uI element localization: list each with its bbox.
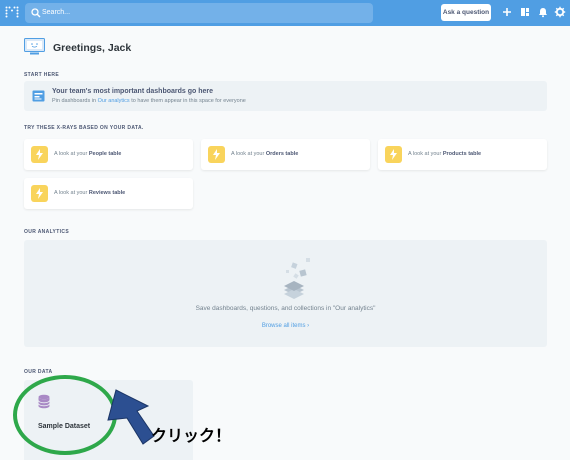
- pointer-arrow: [107, 389, 155, 445]
- bolt-icon: [385, 146, 402, 163]
- start-here-subtitle: Pin dashboards in Our analytics to have …: [52, 97, 246, 105]
- xray-card-reviews[interactable]: A look at your Reviews table: [24, 178, 193, 209]
- xray-table-name: Products table: [442, 151, 482, 157]
- smiley-monitor-icon: [24, 38, 45, 55]
- gear-icon[interactable]: [554, 6, 566, 18]
- greeting-title: Greetings, Jack: [53, 42, 132, 54]
- plus-icon[interactable]: [501, 6, 513, 18]
- section-label-start-here: START HERE: [24, 72, 60, 78]
- analytics-empty-text: Save dashboards, questions, and collecti…: [195, 305, 376, 312]
- xray-card-label: A look at your Orders table: [231, 150, 298, 159]
- xray-table-name: People table: [88, 151, 122, 157]
- xray-prefix: A look at your: [231, 151, 266, 157]
- xray-table-name: Orders table: [265, 151, 299, 157]
- subtitle-text: Pin dashboards in: [52, 98, 98, 104]
- metabase-logo[interactable]: [5, 6, 19, 18]
- xray-prefix: A look at your: [54, 151, 89, 157]
- pinned-dashboards-placeholder: Your team's most important dashboards go…: [24, 81, 547, 111]
- our-analytics-empty-state: Save dashboards, questions, and collecti…: [24, 240, 547, 347]
- xray-prefix: A look at your: [54, 190, 89, 196]
- dashboard-card-icon: [32, 90, 45, 102]
- bolt-icon: [31, 185, 48, 202]
- ask-question-button[interactable]: Ask a question: [441, 4, 491, 21]
- xray-card-orders[interactable]: A look at your Orders table: [201, 139, 370, 170]
- bolt-icon: [208, 146, 225, 163]
- search-placeholder: Search...: [42, 9, 71, 16]
- bolt-icon: [31, 146, 48, 163]
- dashboard-icon[interactable]: [519, 6, 531, 18]
- xray-card-products[interactable]: A look at your Products table: [378, 139, 547, 170]
- chevron-right-icon: ›: [307, 323, 310, 329]
- browse-all-items-label: Browse all items: [261, 323, 306, 329]
- xray-prefix: A look at your: [408, 151, 443, 157]
- section-label-our-analytics: OUR ANALYTICS: [24, 229, 70, 235]
- search-icon: [31, 8, 41, 18]
- our-analytics-link[interactable]: Our analytics: [98, 98, 130, 104]
- xray-card-label: A look at your People table: [54, 150, 121, 159]
- bell-icon[interactable]: [537, 6, 549, 18]
- section-label-xrays: TRY THESE X-RAYS BASED ON YOUR DATA.: [24, 125, 144, 131]
- top-nav-bar: Search... Ask a question: [0, 0, 570, 26]
- xray-card-people[interactable]: A look at your People table: [24, 139, 193, 170]
- browse-all-items-link[interactable]: Browse all items ›: [24, 322, 547, 331]
- section-label-our-data: OUR DATA: [24, 369, 53, 375]
- start-here-title: Your team's most important dashboards go…: [52, 88, 214, 95]
- xray-card-label: A look at your Reviews table: [54, 189, 125, 198]
- search-bar[interactable]: Search...: [25, 3, 373, 23]
- subtitle-text-end: to have them appear in this space for ev…: [129, 98, 246, 104]
- click-annotation-text: クリック！: [151, 428, 232, 445]
- xray-card-label: A look at your Products table: [408, 150, 481, 159]
- empty-collection-illustration: [284, 258, 310, 299]
- highlight-ring: [13, 375, 117, 455]
- xray-table-name: Reviews table: [88, 190, 126, 196]
